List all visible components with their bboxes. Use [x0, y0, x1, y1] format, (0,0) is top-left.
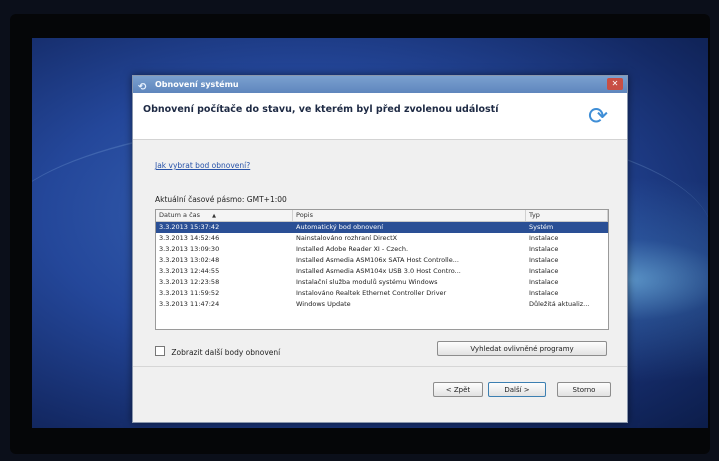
restore-icon: ⟳	[587, 102, 609, 130]
table-row[interactable]: 3.3.2013 13:02:48 Installed Asmedia ASM10…	[156, 255, 608, 266]
window-title: Obnovení systému	[155, 80, 239, 89]
table-row[interactable]: 3.3.2013 11:47:24 Windows Update Důležitá …	[156, 299, 608, 310]
row-description: Instalováno Realtek Ethernet Controller …	[296, 289, 447, 297]
cancel-button[interactable]: Storno	[557, 382, 611, 397]
row-date: 3.3.2013 13:09:30	[159, 245, 220, 253]
column-header-description[interactable]: Popis	[293, 210, 526, 221]
row-type: Instalace	[529, 256, 559, 264]
row-type: Instalace	[529, 289, 559, 297]
row-type: Instalace	[529, 234, 559, 242]
back-button[interactable]: < Zpět	[433, 382, 483, 397]
table-row[interactable]: 3.3.2013 12:44:55 Installed Asmedia ASM10…	[156, 266, 608, 277]
row-date: 3.3.2013 15:37:42	[159, 223, 220, 231]
row-type: Instalace	[529, 267, 559, 275]
row-type: Instalace	[529, 278, 559, 286]
row-date: 3.3.2013 12:23:58	[159, 278, 220, 286]
table-row[interactable]: 3.3.2013 13:09:30 Installed Adobe Reader …	[156, 244, 608, 255]
scan-affected-programs-button[interactable]: Vyhledat ovlivněné programy	[437, 341, 607, 356]
table-header: Datum a čas ▲ Popis Typ	[156, 210, 608, 222]
dialog-header: Obnovení počítače do stavu, ve kterém by…	[133, 93, 627, 140]
column-header-date[interactable]: Datum a čas ▲	[156, 210, 293, 221]
row-type: Instalace	[529, 245, 559, 253]
table-body: 3.3.2013 15:37:42 Automatický bod obnoven…	[156, 222, 608, 310]
row-type: Důležitá aktualiz...	[529, 300, 590, 308]
row-description: Nainstalováno rozhraní DirectX	[296, 234, 398, 242]
table-row[interactable]: 3.3.2013 12:23:58 Instalační služba modul…	[156, 277, 608, 288]
row-date: 3.3.2013 14:52:46	[159, 234, 220, 242]
desktop-screen: ⟲ Obnovení systému ✕ Obnovení počítače d…	[32, 38, 708, 428]
system-restore-dialog: ⟲ Obnovení systému ✕ Obnovení počítače d…	[132, 75, 628, 423]
page-title: Obnovení počítače do stavu, ve kterém by…	[143, 104, 499, 115]
footer-divider	[133, 366, 627, 367]
title-bar[interactable]: ⟲ Obnovení systému ✕	[133, 76, 627, 93]
row-date: 3.3.2013 11:59:52	[159, 289, 220, 297]
row-description: Windows Update	[296, 300, 351, 308]
show-more-checkbox[interactable]	[155, 346, 165, 356]
row-description: Instalační služba modulů systému Windows	[296, 278, 438, 286]
row-description: Installed Adobe Reader XI - Czech.	[296, 245, 409, 253]
show-more-restore-points[interactable]: Zobrazit další body obnovení	[155, 346, 280, 357]
row-date: 3.3.2013 11:47:24	[159, 300, 220, 308]
close-icon[interactable]: ✕	[607, 78, 623, 90]
row-description: Automatický bod obnovení	[296, 223, 384, 231]
monitor-frame: ⟲ Obnovení systému ✕ Obnovení počítače d…	[10, 14, 710, 454]
table-row[interactable]: 3.3.2013 15:37:42 Automatický bod obnoven…	[156, 222, 608, 233]
table-row[interactable]: 3.3.2013 14:52:46 Nainstalováno rozhraní …	[156, 233, 608, 244]
timezone-label: Aktuální časové pásmo: GMT+1:00	[155, 195, 287, 204]
next-button[interactable]: Další >	[488, 382, 546, 397]
help-link[interactable]: Jak vybrat bod obnovení?	[155, 161, 250, 170]
sort-ascending-icon: ▲	[212, 213, 216, 219]
column-header-type[interactable]: Typ	[526, 210, 608, 221]
restore-points-table: Datum a čas ▲ Popis Typ 3.3.2013 15:37:4…	[155, 209, 609, 330]
show-more-label: Zobrazit další body obnovení	[171, 348, 281, 357]
row-date: 3.3.2013 13:02:48	[159, 256, 220, 264]
row-type: Systém	[529, 223, 554, 231]
row-description: Installed Asmedia ASM104x USB 3.0 Host C…	[296, 267, 461, 275]
row-description: Installed Asmedia ASM106x SATA Host Cont…	[296, 256, 459, 264]
table-row[interactable]: 3.3.2013 11:59:52 Instalováno Realtek Eth…	[156, 288, 608, 299]
row-date: 3.3.2013 12:44:55	[159, 267, 220, 275]
